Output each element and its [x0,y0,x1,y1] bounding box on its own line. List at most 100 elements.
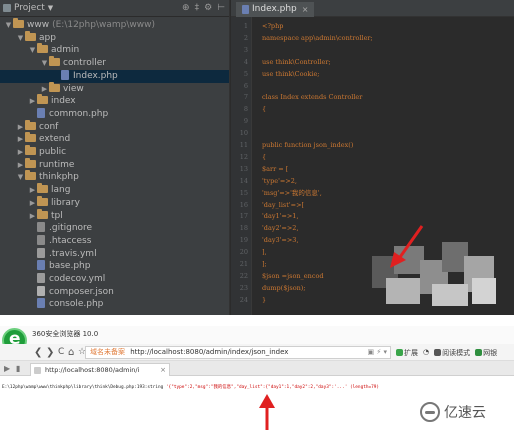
tree-item[interactable]: console.php [0,298,229,311]
chevron-down-icon[interactable]: ▼ [4,19,13,32]
dump-json-string: '{"type":2,"msg":"我的信息","day_list":{"day… [165,385,380,390]
tree-item[interactable]: ▶ lang [0,183,229,197]
line-number: 20 [239,248,248,257]
project-toolbar: Project ▼ ⊕ ‡ ⚙ ⊢ [0,0,229,17]
code-line[interactable]: 14 'type'=>2, [231,175,514,187]
chevron-down-icon[interactable]: ▼ [16,32,25,45]
code-line[interactable]: 8 { [231,103,514,115]
home-button[interactable]: ⌂ [68,346,74,359]
code-text: ]; [262,260,267,268]
tree-item[interactable]: codecov.yml [0,273,229,286]
code-line[interactable]: 17 'day1'=>1, [231,210,514,222]
chevron-right-icon[interactable]: ▶ [28,184,37,197]
tree-item[interactable]: ▶ runtime [0,157,229,172]
folder-icon [25,30,36,41]
tree-item-label: .htaccess [49,235,92,246]
code-line[interactable]: 3 [231,44,514,56]
hide-panel-icon[interactable]: ⊢ [217,3,225,13]
tree-item[interactable]: ▼ thinkphp [0,170,229,184]
tree-item[interactable]: composer.json [0,285,229,299]
chevron-right-icon[interactable]: ▶ [16,133,25,146]
tree-item[interactable]: ▶ index [0,94,229,108]
close-icon[interactable]: × [160,364,166,376]
chevron-down-icon[interactable]: ▼ [16,171,25,184]
tree-item[interactable]: base.php [0,260,229,273]
address-bar[interactable]: 域名未备案 http://localhost:8080/admin/index/… [85,346,391,359]
back-button[interactable]: ❮ [34,346,42,359]
tree-item[interactable]: Index.php [0,69,229,83]
folder-icon [37,195,48,206]
browser-titlebar: 360安全浏览器 10.0 [0,326,514,344]
unregistered-domain-label[interactable]: 域名未备案 [90,348,125,356]
tree-item-label: view [63,83,84,94]
code-line[interactable]: 10 [231,127,514,139]
extension-button[interactable]: 扩展 [396,348,418,358]
tree-item[interactable]: ▼ www (E:\12php\wamp\www) [0,18,229,32]
tree-item[interactable]: ▶ conf [0,119,229,134]
code-line[interactable]: 2 namespace app\admin\controller; [231,32,514,44]
reading-mode-button[interactable]: 阅读模式 [434,348,470,358]
gear-icon[interactable]: ⚙ [204,3,212,13]
chevron-right-icon[interactable]: ▶ [28,197,37,210]
tab-index-php[interactable]: Index.php × [236,2,315,17]
tab-list-icon[interactable]: ▮ [16,364,20,373]
tree-item[interactable]: ▶ public [0,145,229,159]
netbank-button[interactable]: 网银 [475,348,497,358]
project-view-label[interactable]: Project [14,3,45,13]
folder-icon [37,43,48,54]
address-bar-icons[interactable]: ▣ ⚡ ▾ [368,347,388,358]
tree-item-label: codecov.yml [49,274,106,284]
browser-tab[interactable]: http://localhost:8080/admin/i × [30,363,170,376]
tree-item[interactable]: ▶ view [0,81,229,96]
folder-icon [25,157,36,168]
sync-icon[interactable]: ◔ [423,348,429,358]
watermark: 亿速云 [420,402,486,422]
url-text[interactable]: http://localhost:8080/admin/index/json_i… [130,348,288,356]
tree-item[interactable]: .gitignore [0,222,229,235]
yml-file-icon [37,247,45,258]
tree-item[interactable]: .htaccess [0,234,229,248]
tree-item[interactable]: ▼ controller [0,56,229,70]
tree-item[interactable]: ▼ app [0,30,229,45]
locate-icon[interactable]: ⊕ [182,3,190,13]
code-line[interactable]: 1 <?php [231,20,514,32]
collapse-icon[interactable]: ‡ [195,3,200,13]
line-number: 15 [239,188,248,197]
tree-item[interactable]: ▶ tpl [0,208,229,223]
tree-item[interactable]: .travis.yml [0,247,229,261]
chevron-right-icon[interactable]: ▶ [16,159,25,172]
tree-item[interactable]: ▼ admin [0,43,229,57]
code-line[interactable]: 16 'day_list'=>[ [231,199,514,211]
tree-item[interactable]: common.php [0,107,229,121]
annotation-arrow-browser [259,394,275,430]
tree-item[interactable]: ▶ extend [0,132,229,146]
code-line[interactable]: 18 'day2'=>2, [231,222,514,234]
code-text: class Index extends Controller [262,93,363,102]
sidebar-toggle-icon[interactable]: ▶ [4,364,10,373]
code-line[interactable]: 7 class Index extends Controller [231,91,514,103]
close-icon[interactable]: × [302,2,309,17]
code-line[interactable]: 12 { [231,151,514,163]
tree-item-label: lang [51,185,71,196]
chevron-right-icon[interactable]: ▶ [16,121,25,134]
forward-button[interactable]: ❯ [46,346,54,359]
chevron-right-icon[interactable]: ▶ [28,95,37,108]
chevron-down-icon[interactable]: ▼ [28,44,37,57]
line-number: 23 [239,283,248,292]
code-line[interactable]: 6 [231,80,514,92]
code-line[interactable]: 15 'msg'=>'我的信息', [231,187,514,199]
chevron-right-icon[interactable]: ▶ [28,210,37,223]
project-view-icon[interactable] [3,4,11,12]
code-line[interactable]: 4 use think\Controller; [231,56,514,68]
code-line[interactable]: 5 use think\Cookie; [231,68,514,80]
refresh-button[interactable]: C [58,346,64,359]
folder-icon [25,119,36,130]
code-line[interactable]: 9 [231,115,514,127]
tree-item[interactable]: ▶ library [0,195,229,210]
chevron-down-icon[interactable]: ▼ [40,57,49,70]
code-text: public function json_index() [262,141,354,149]
chevron-right-icon[interactable]: ▶ [16,146,25,159]
code-line[interactable]: 11 public function json_index() [231,139,514,151]
code-line[interactable]: 13 $arr = [ [231,163,514,175]
chevron-down-icon[interactable]: ▼ [48,4,53,12]
